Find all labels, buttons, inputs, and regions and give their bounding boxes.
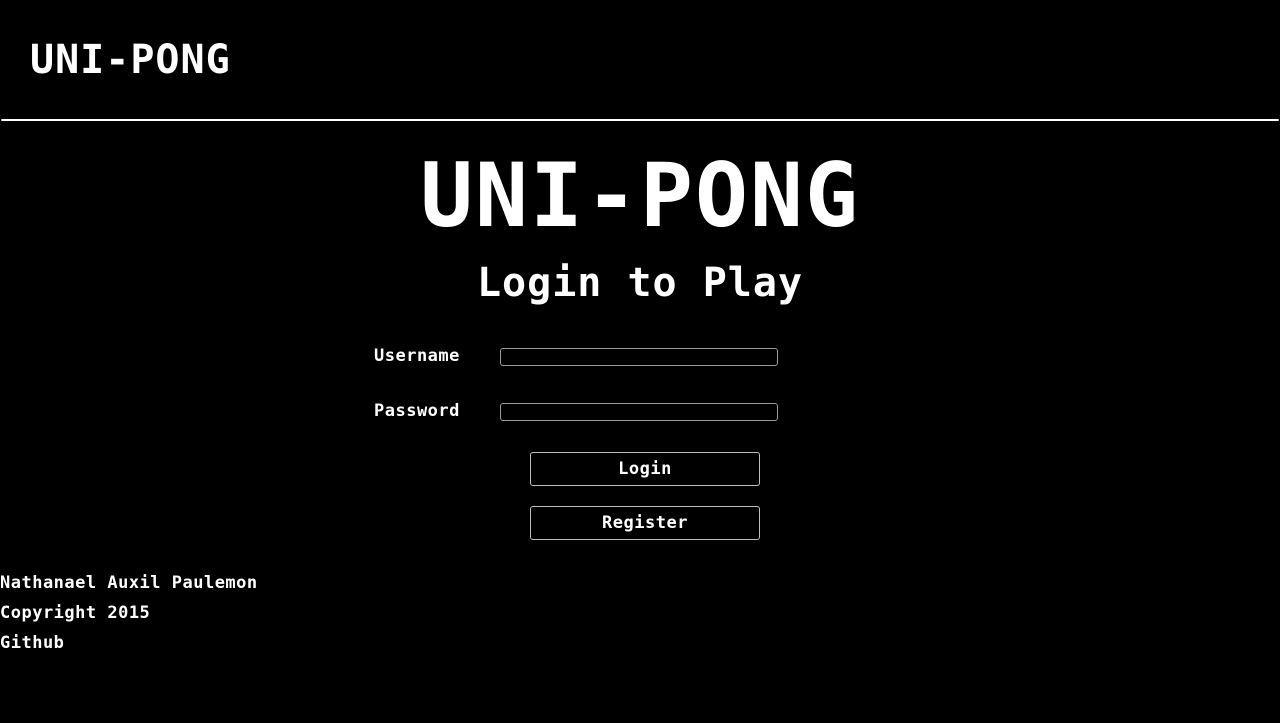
header-logo-link[interactable]: UNI-PONG (30, 38, 231, 82)
login-button[interactable]: Login (530, 452, 760, 486)
top-header: UNI-PONG (0, 0, 1280, 121)
footer: Nathanael Auxil Paulemon Copyright 2015 … (0, 568, 258, 658)
footer-github-link[interactable]: Github (0, 628, 258, 658)
password-label: Password (374, 401, 460, 421)
username-label: Username (374, 346, 460, 366)
page-subtitle: Login to Play (476, 260, 804, 306)
header-divider (1, 119, 1279, 121)
footer-copyright: Copyright 2015 (0, 603, 151, 623)
register-button[interactable]: Register (530, 506, 760, 540)
footer-author: Nathanael Auxil Paulemon (0, 573, 258, 593)
username-input[interactable] (500, 348, 778, 366)
page-title: UNI-PONG (420, 144, 860, 247)
password-input[interactable] (500, 403, 778, 421)
